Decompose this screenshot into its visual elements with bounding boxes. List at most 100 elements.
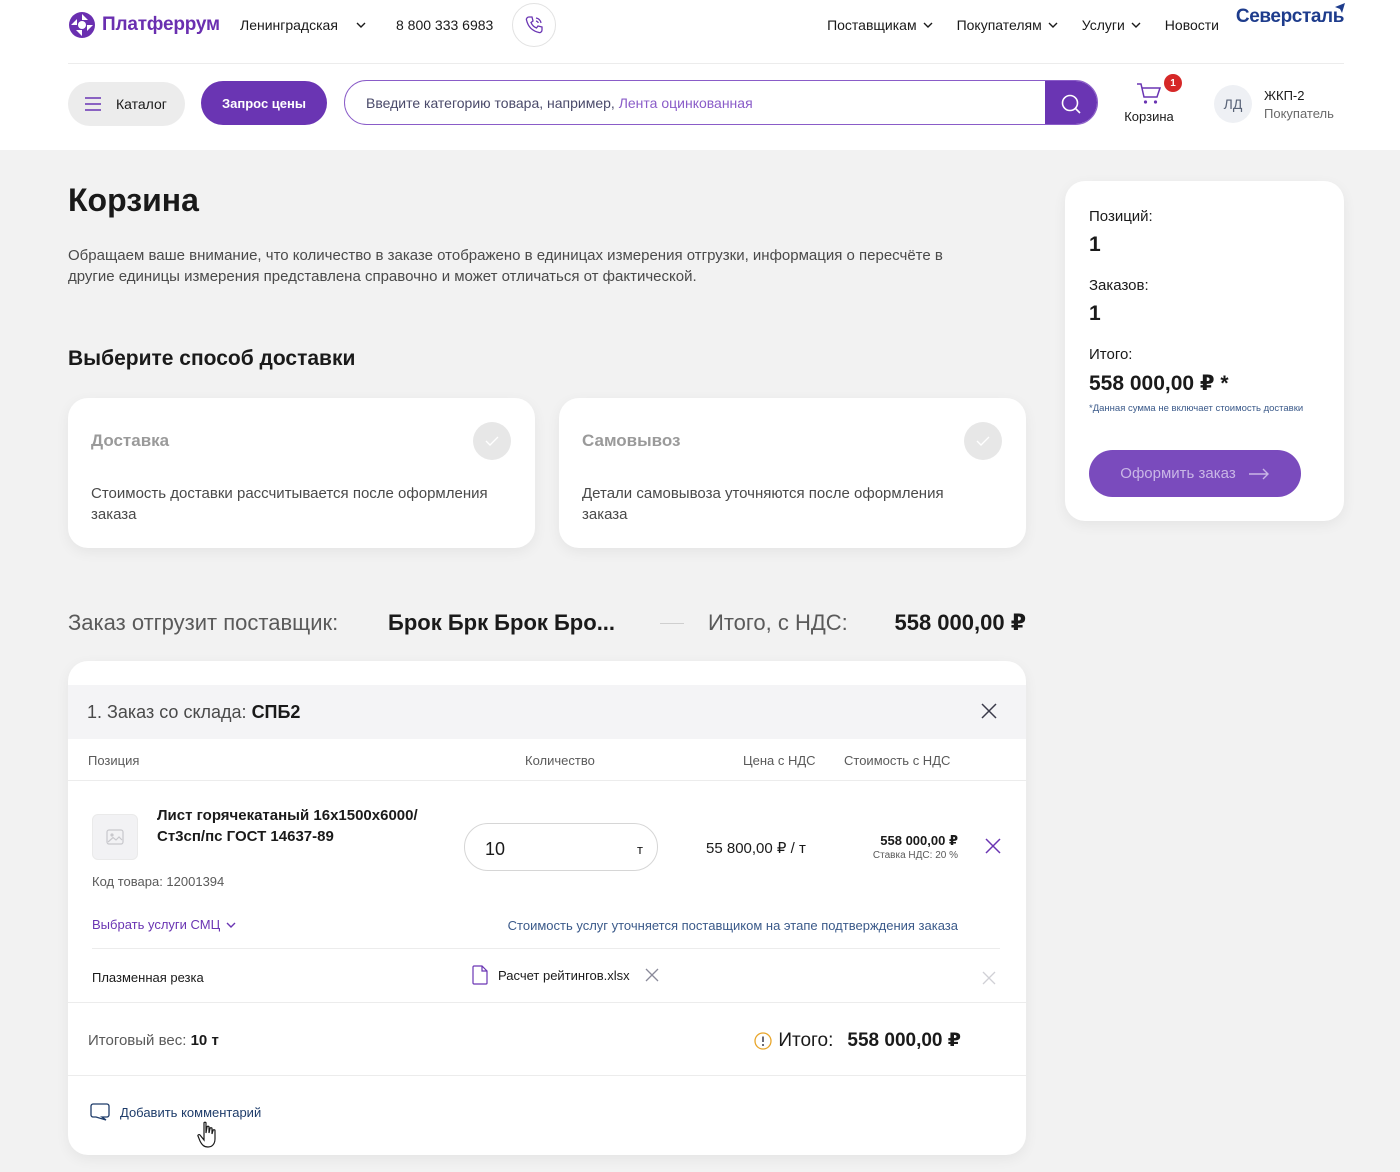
chevron-down-icon	[923, 22, 933, 28]
logo[interactable]: Платферрум	[68, 10, 220, 40]
smc-link-label: Выбрать услуги СМЦ	[92, 917, 221, 932]
order-title-prefix: 1. Заказ со склада:	[87, 702, 252, 722]
positions-value: 1	[1089, 233, 1101, 256]
comment-icon	[90, 1103, 110, 1121]
nav-suppliers[interactable]: Поставщикам	[827, 17, 933, 33]
total-weight: Итоговый вес: 10 т	[88, 1032, 219, 1049]
close-icon[interactable]	[644, 967, 660, 983]
select-smc-services[interactable]: Выбрать услуги СМЦ	[92, 917, 236, 932]
column-cost: Стоимость с НДС	[844, 753, 951, 768]
attached-file[interactable]: Расчет рейтингов.xlsx	[472, 965, 660, 985]
unit-price: 55 800,00 ₽ / т	[706, 840, 806, 857]
check-icon	[485, 436, 499, 446]
top-navigation: Поставщикам Покупателям Услуги Новости	[827, 17, 1219, 33]
add-comment-label: Добавить комментарий	[120, 1104, 262, 1120]
request-price-button[interactable]: Запрос цены	[201, 81, 327, 125]
summary-total-label: Итого:	[1089, 346, 1133, 363]
city-selector[interactable]: Ленинградская	[240, 17, 366, 33]
cart-icon	[1137, 83, 1162, 104]
search-input[interactable]: Введите категорию товара, например, Лент…	[344, 80, 1098, 125]
nav-services-label: Услуги	[1081, 17, 1125, 33]
search-placeholder-example: Лента оцинкованная	[618, 95, 753, 111]
check-icon	[976, 436, 990, 446]
delivery-option-check[interactable]	[964, 422, 1002, 460]
nav-news-label: Новости	[1164, 17, 1219, 33]
city-label: Ленинградская	[240, 17, 338, 33]
cart-button[interactable]: 1 Корзина	[1118, 74, 1182, 126]
smc-note: Стоимость услуг уточняется поставщиком н…	[507, 918, 958, 933]
search-placeholder-text: Введите категорию товара, например,	[366, 95, 619, 111]
orders-label: Заказов:	[1089, 277, 1149, 294]
info-icon[interactable]	[754, 1031, 772, 1050]
catalog-label: Каталог	[116, 96, 167, 112]
arrow-right-icon	[1248, 468, 1269, 479]
product-name[interactable]: Лист горячекатаный 16х1500х6000/Ст3сп/пс…	[157, 805, 427, 847]
supplier-name[interactable]: Брок Брк Брок Бро...	[388, 610, 615, 636]
divider	[660, 623, 684, 624]
order-total-label: Итого:	[778, 1029, 834, 1051]
chevron-down-icon	[226, 922, 236, 928]
delivery-option-pickup[interactable]: Самовывоз Детали самовывоза уточняются п…	[559, 398, 1026, 548]
nav-suppliers-label: Поставщикам	[827, 17, 917, 33]
search-icon	[1061, 94, 1081, 114]
logo-text: Платферрум	[102, 14, 220, 35]
column-price: Цена с НДС	[743, 753, 816, 768]
warehouse-name: СПБ2	[251, 702, 301, 722]
quantity-input[interactable]: 10 т	[464, 823, 658, 871]
divider	[92, 948, 1000, 949]
column-position: Позиция	[88, 753, 140, 768]
avatar[interactable]: ЛД	[1214, 85, 1252, 123]
remove-service-button[interactable]	[980, 969, 998, 987]
checkout-label: Оформить заказ	[1120, 465, 1236, 482]
site-header: Платферрум Ленинградская 8 800 333 6983 …	[0, 0, 1400, 150]
remove-order-button[interactable]	[978, 700, 1000, 722]
delivery-section-title: Выберите способ доставки	[68, 347, 356, 370]
product-thumbnail[interactable]	[92, 814, 138, 860]
delivery-option-delivery[interactable]: Доставка Стоимость доставки рассчитывает…	[68, 398, 535, 548]
quantity-unit: т	[637, 842, 643, 857]
catalog-button[interactable]: Каталог	[68, 82, 185, 126]
total-vat-label: Итого, с НДС:	[708, 610, 848, 635]
orders-value: 1	[1089, 302, 1101, 325]
weight-value: 10 т	[190, 1032, 219, 1049]
chevron-down-icon	[1131, 22, 1141, 28]
remove-item-button[interactable]	[983, 836, 1003, 856]
call-button[interactable]	[512, 3, 556, 47]
nav-buyers[interactable]: Покупателям	[957, 17, 1058, 33]
file-name: Расчет рейтингов.xlsx	[498, 967, 630, 983]
phone-number[interactable]: 8 800 333 6983	[396, 17, 493, 33]
top-bar: Платферрум Ленинградская 8 800 333 6983 …	[68, 0, 1345, 64]
user-name[interactable]: ЖКП-2	[1264, 88, 1304, 103]
search-placeholder: Введите категорию товара, например, Лент…	[366, 95, 753, 111]
close-icon	[981, 703, 997, 719]
divider	[68, 1075, 1026, 1076]
delivery-option-check[interactable]	[473, 422, 511, 460]
column-quantity: Количество	[525, 753, 595, 768]
brand-text: Северсталь	[1235, 6, 1344, 27]
supplier-label: Заказ отгрузит поставщик:	[68, 610, 339, 635]
service-name: Плазменная резка	[92, 970, 204, 985]
add-comment-button[interactable]: Добавить комментарий	[90, 1103, 261, 1121]
cart-summary: Позиций: 1 Заказов: 1 Итого: 558 000,00 …	[1065, 181, 1344, 521]
search-button[interactable]	[1045, 81, 1097, 124]
delivery-option-description: Детали самовывоза уточняются после оформ…	[582, 485, 944, 523]
nav-services[interactable]: Услуги	[1082, 17, 1141, 33]
order-title: 1. Заказ со склада: СПБ2	[87, 702, 300, 723]
close-icon	[985, 838, 1001, 854]
divider	[68, 1002, 1026, 1003]
nav-news[interactable]: Новости	[1165, 17, 1219, 33]
delivery-option-description: Стоимость доставки рассчитывается после …	[91, 485, 488, 523]
image-placeholder-icon	[106, 829, 124, 845]
logo-icon	[69, 12, 95, 38]
nav-buyers-label: Покупателям	[956, 17, 1042, 33]
checkout-button[interactable]: Оформить заказ	[1089, 450, 1301, 497]
cart-badge: 1	[1164, 74, 1182, 92]
summary-total-value: 558 000,00 ₽ *	[1089, 372, 1229, 395]
order-total-value: 558 000,00 ₽	[847, 1030, 961, 1051]
chevron-down-icon	[356, 22, 366, 28]
brand-logo[interactable]: Северсталь	[1235, 3, 1345, 28]
order-header: 1. Заказ со склада: СПБ2	[68, 685, 1026, 739]
quantity-value: 10	[485, 839, 506, 859]
summary-note: *Данная сумма не включает стоимость дост…	[1089, 403, 1304, 414]
chevron-down-icon	[1048, 22, 1058, 28]
